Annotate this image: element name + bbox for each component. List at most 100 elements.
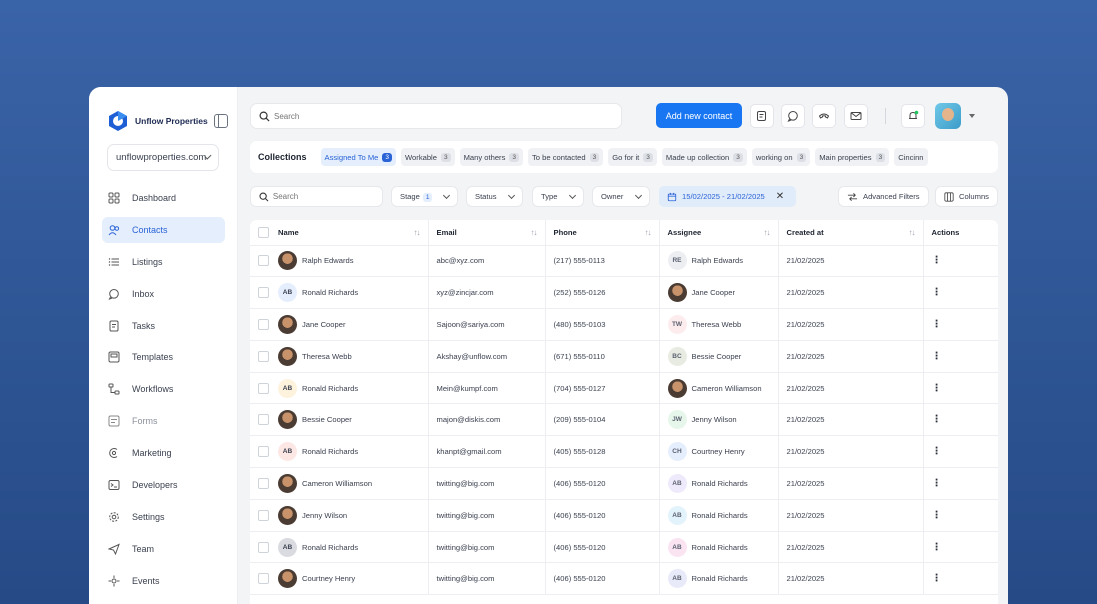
table-row[interactable]: AB Ronald Richards twitting@big.com (406) 5… <box>250 531 998 564</box>
more-options-icon[interactable]: ⋮ <box>932 510 942 521</box>
mail-button[interactable] <box>844 104 868 128</box>
more-options-icon[interactable]: ⋮ <box>932 542 942 553</box>
more-options-icon[interactable]: ⋮ <box>932 446 942 457</box>
name-cell[interactable]: AB Ronald Richards <box>270 531 429 564</box>
row-checkbox[interactable] <box>258 573 269 585</box>
sort-icon[interactable]: ↑↓ <box>414 228 421 237</box>
sidebar-item-contacts[interactable]: Contacts <box>102 216 225 243</box>
sort-icon[interactable]: ↑↓ <box>531 228 538 237</box>
table-row[interactable]: Ralph Edwards abc@xyz.com (217) 555-0113 RE… <box>250 245 998 278</box>
notes-button[interactable] <box>750 104 774 128</box>
sidebar-item-listings[interactable]: Listings <box>102 249 225 275</box>
sidebar-item-marketing[interactable]: Marketing <box>102 440 225 466</box>
more-options-icon[interactable]: ⋮ <box>932 573 942 584</box>
row-checkbox[interactable] <box>258 509 269 521</box>
name-cell[interactable]: Jane Cooper <box>270 308 429 341</box>
column-header-email[interactable]: Email ↑↓ <box>428 220 546 246</box>
collection-chip[interactable]: Main properties 3 <box>815 148 890 166</box>
sidebar-item-inbox[interactable]: Inbox <box>102 281 225 307</box>
sidebar-item-workflows[interactable]: Workflows <box>102 376 225 402</box>
status-filter[interactable]: Status <box>466 186 523 207</box>
collection-chip[interactable]: Workable 3 <box>401 148 455 166</box>
chat-button[interactable] <box>781 104 805 128</box>
row-checkbox[interactable] <box>258 255 269 267</box>
sidebar-item-tasks[interactable]: Tasks <box>102 313 225 339</box>
name-cell[interactable]: Cameron Williamson <box>270 467 429 500</box>
more-options-icon[interactable]: ⋮ <box>932 351 942 362</box>
table-row[interactable]: AB Ronald Richards khanpt@gmail.com (405) 5… <box>250 435 998 469</box>
owner-filter[interactable]: Owner <box>592 186 650 207</box>
name-cell[interactable]: AB Ronald Richards <box>270 276 429 310</box>
close-icon[interactable]: ✕ <box>776 191 784 202</box>
collection-chip[interactable]: working on 3 <box>751 148 811 166</box>
row-checkbox[interactable] <box>258 414 269 426</box>
sidebar-item-settings[interactable]: Settings <box>102 504 225 530</box>
stage-filter[interactable]: Stage 1 <box>391 186 458 207</box>
sidebar-item-forms[interactable]: Forms <box>102 408 225 434</box>
global-search[interactable] <box>250 103 622 129</box>
column-header-phone[interactable]: Phone ↑↓ <box>545 220 660 246</box>
name-cell[interactable]: AB Ronald Richards <box>270 435 429 469</box>
table-row[interactable]: Jenny Wilson twitting@big.com (406) 555-01… <box>250 499 998 532</box>
user-avatar[interactable] <box>935 103 961 129</box>
more-options-icon[interactable]: ⋮ <box>932 478 942 489</box>
table-search-input[interactable] <box>272 192 382 201</box>
table-search[interactable] <box>250 186 383 207</box>
column-header-assignee[interactable]: Assignee ↑↓ <box>659 220 779 246</box>
sort-icon[interactable]: ↑↓ <box>764 228 771 237</box>
columns-button[interactable]: Columns <box>935 186 998 207</box>
call-button[interactable] <box>812 104 836 128</box>
global-search-input[interactable] <box>274 111 600 121</box>
domain-select[interactable]: unflowproperties.com <box>107 144 219 171</box>
sidebar-item-developers[interactable]: Developers <box>102 472 225 498</box>
more-options-icon[interactable]: ⋮ <box>932 383 942 394</box>
table-row[interactable]: Theresa Webb Akshay@unflow.com (671) 555-0… <box>250 340 998 373</box>
name-cell[interactable]: AB Ronald Richards <box>270 372 429 405</box>
table-row[interactable]: Cameron Williamson twitting@big.com (406) … <box>250 467 998 500</box>
more-options-icon[interactable]: ⋮ <box>932 287 942 298</box>
name-cell[interactable]: Theresa Webb <box>270 340 429 373</box>
table-row[interactable]: Courtney Henry twitting@big.com (406) 555-… <box>250 562 998 596</box>
name-cell[interactable]: Bessie Cooper <box>270 403 429 437</box>
collection-chip[interactable]: To be contacted 3 <box>528 148 604 166</box>
sidebar-item-events[interactable]: Events <box>102 568 225 594</box>
collection-chip[interactable]: Assigned To Me 3 <box>320 148 397 166</box>
table-row[interactable]: AB Ronald Richards xyz@zincjar.com (252) 55… <box>250 276 998 310</box>
collection-chip[interactable]: Many others 3 <box>459 148 524 166</box>
add-new-contact-button[interactable]: Add new contact <box>656 103 742 128</box>
sort-icon[interactable]: ↑↓ <box>909 228 916 237</box>
name-cell[interactable]: Jenny Wilson <box>270 499 429 532</box>
more-options-icon[interactable]: ⋮ <box>932 255 942 266</box>
row-checkbox[interactable] <box>258 477 269 489</box>
sidebar-item-dashboard[interactable]: Dashboard <box>102 185 225 211</box>
advanced-filters-button[interactable]: Advanced Filters <box>838 186 929 207</box>
sidebar-item-team[interactable]: Team <box>102 536 225 562</box>
more-options-icon[interactable]: ⋮ <box>932 319 942 330</box>
row-checkbox[interactable] <box>258 287 269 299</box>
select-all-checkbox[interactable] <box>258 226 269 238</box>
brand[interactable]: Unflow Properties <box>107 110 208 132</box>
more-options-icon[interactable]: ⋮ <box>932 414 942 425</box>
caret-down-icon[interactable] <box>969 114 975 118</box>
table-row[interactable]: AB Ronald Richards Mein@kumpf.com (704) 555… <box>250 372 998 405</box>
date-range-filter[interactable]: 15/02/2025 - 21/02/2025 ✕ <box>659 186 796 207</box>
row-checkbox[interactable] <box>258 350 269 362</box>
table-row[interactable]: Jane Cooper Sajoon@sariya.com (480) 555-01… <box>250 308 998 341</box>
sidebar-collapse-icon[interactable] <box>214 114 228 128</box>
type-filter[interactable]: Type <box>532 186 584 207</box>
notifications-button[interactable] <box>901 104 925 128</box>
collection-chip[interactable]: Made up collection 3 <box>661 148 747 166</box>
collection-chip[interactable]: Go for it 3 <box>608 148 657 166</box>
table-row[interactable]: Bessie Cooper majon@diskis.com (209) 555-0… <box>250 403 998 437</box>
collection-chip[interactable]: Cincinn <box>894 148 928 166</box>
row-checkbox[interactable] <box>258 318 269 330</box>
column-header-created[interactable]: Created at ↑↓ <box>778 220 924 246</box>
row-checkbox[interactable] <box>258 541 269 553</box>
name-cell[interactable]: Ralph Edwards <box>270 245 429 278</box>
row-checkbox[interactable] <box>258 446 269 458</box>
sidebar-item-templates[interactable]: Templates <box>102 344 225 370</box>
row-checkbox[interactable] <box>258 382 269 394</box>
sort-icon[interactable]: ↑↓ <box>645 228 652 237</box>
column-header-name[interactable]: Name ↑↓ <box>270 220 429 246</box>
name-cell[interactable]: Courtney Henry <box>270 562 429 596</box>
